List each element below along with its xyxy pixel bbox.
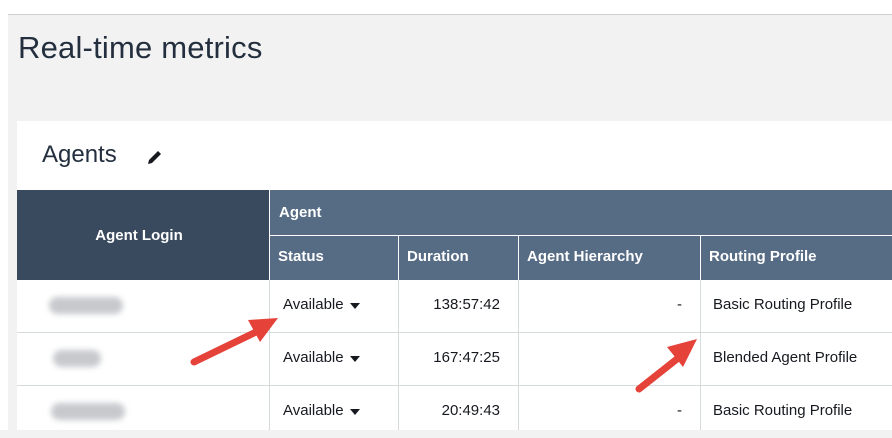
- column-header-agent-login[interactable]: Agent Login: [17, 190, 269, 280]
- agent-login-redacted: [53, 350, 101, 367]
- table-row: Available 138:57:42 - Basic Routing Prof…: [17, 280, 892, 332]
- status-value: Available: [283, 402, 344, 419]
- table-row: Available 167:47:25 Blended Agent Profil…: [17, 333, 892, 385]
- page-title: Real-time metrics: [18, 30, 263, 65]
- agent-hierarchy-value: -: [677, 402, 682, 419]
- caret-down-icon: [349, 302, 360, 309]
- column-divider: [518, 280, 519, 430]
- window-frame-border: [8, 14, 892, 15]
- column-header-status[interactable]: Status: [270, 236, 398, 280]
- agent-hierarchy-value: -: [677, 296, 682, 313]
- table-row: Available 20:49:43 - Basic Routing Profi…: [17, 386, 892, 438]
- status-value: Available: [283, 349, 344, 366]
- agents-panel: Agents Agent Login Agent Status Duration…: [17, 121, 892, 430]
- section-title-agents: Agents: [42, 141, 117, 168]
- column-divider: [398, 280, 399, 430]
- caret-down-icon: [349, 355, 360, 362]
- routing-profile-value: Blended Agent Profile: [713, 349, 858, 366]
- status-value: Available: [283, 296, 344, 313]
- column-header-agent-hierarchy[interactable]: Agent Hierarchy: [519, 236, 700, 280]
- caret-down-icon: [349, 408, 360, 415]
- column-header-routing-profile[interactable]: Routing Profile: [701, 236, 892, 280]
- column-group-header-agent: Agent: [270, 190, 892, 235]
- routing-profile-value: Basic Routing Profile: [713, 296, 853, 313]
- window-top-frame: [0, 0, 892, 14]
- status-dropdown[interactable]: Available: [283, 349, 360, 366]
- pencil-icon[interactable]: [145, 147, 165, 167]
- status-dropdown[interactable]: Available: [283, 402, 360, 419]
- column-header-duration[interactable]: Duration: [399, 236, 518, 280]
- status-dropdown[interactable]: Available: [283, 296, 360, 313]
- window-left-frame: [0, 14, 8, 430]
- routing-profile-value: Basic Routing Profile: [713, 402, 853, 419]
- agent-login-redacted: [49, 297, 123, 314]
- table-header: Agent Login Agent Status Duration Agent …: [17, 190, 892, 280]
- duration-value: 20:49:43: [441, 402, 500, 419]
- column-divider: [269, 280, 270, 430]
- agent-login-redacted: [51, 403, 125, 420]
- column-divider: [700, 280, 701, 430]
- duration-value: 138:57:42: [433, 296, 500, 313]
- duration-value: 167:47:25: [433, 349, 500, 366]
